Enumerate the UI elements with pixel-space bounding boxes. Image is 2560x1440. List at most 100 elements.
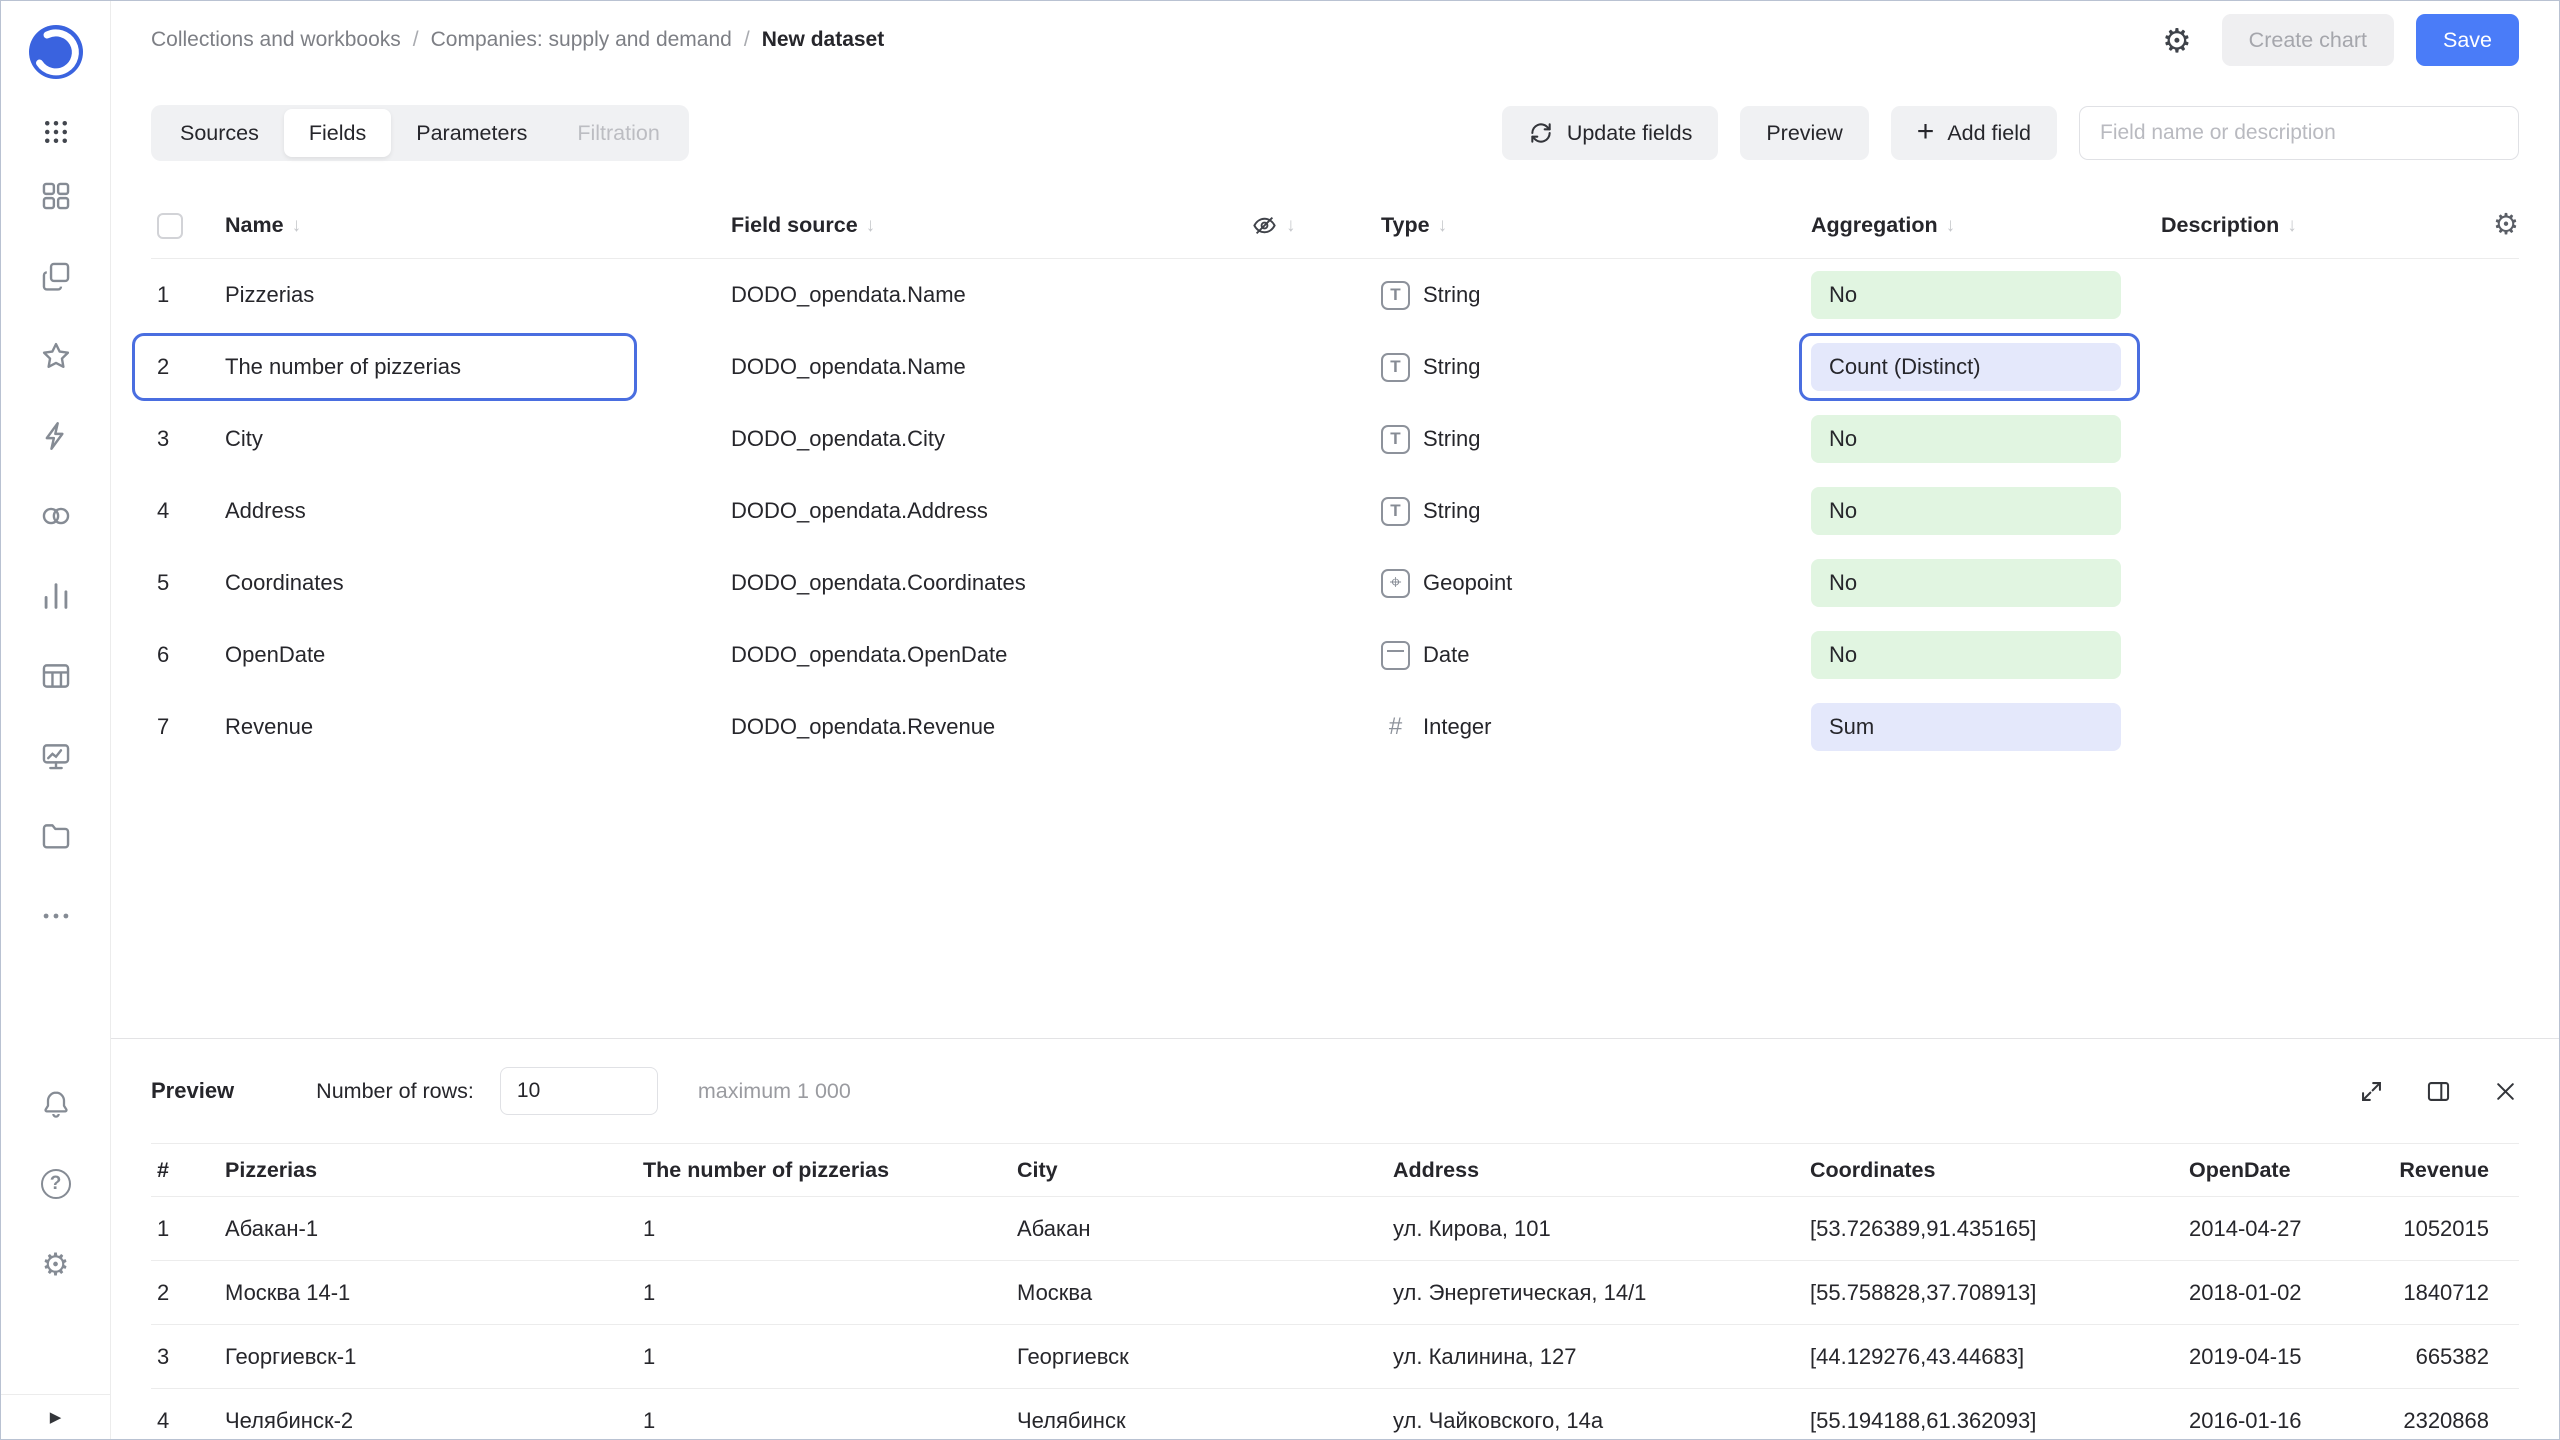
preview-cell: 1 (643, 1216, 1017, 1242)
rings-icon[interactable] (39, 499, 73, 533)
aggregation-select[interactable]: No (1811, 487, 2121, 535)
bar-chart-icon[interactable] (39, 579, 73, 613)
breadcrumb-separator: / (744, 28, 750, 52)
dataset-settings-gear-icon[interactable]: ⚙ (2162, 24, 2192, 57)
column-header-aggregation[interactable]: Aggregation ↓ (1811, 213, 2161, 238)
field-row[interactable]: 2The number of pizzeriasDODO_opendata.Na… (151, 331, 2519, 403)
preview-col-address: Address (1393, 1158, 1810, 1183)
expand-icon[interactable] (2358, 1078, 2385, 1105)
field-name[interactable]: OpenDate (221, 642, 731, 668)
tab-sources[interactable]: Sources (155, 109, 284, 157)
rows-count-label: Number of rows: (316, 1079, 474, 1104)
rows-count-input[interactable] (500, 1067, 658, 1115)
monitor-icon[interactable] (39, 739, 73, 773)
close-icon[interactable] (2492, 1078, 2519, 1105)
preview-label: Preview (1766, 121, 1842, 146)
datalens-logo[interactable] (27, 23, 85, 81)
preview-table-body: 1Абакан-11Абаканул. Кирова, 101[53.72638… (151, 1197, 2519, 1439)
field-name[interactable]: City (221, 426, 731, 452)
field-row[interactable]: 7RevenueDODO_opendata.Revenue#IntegerSum (151, 691, 2519, 763)
breadcrumb: Collections and workbooks / Companies: s… (151, 28, 884, 52)
copies-icon[interactable] (39, 259, 73, 293)
field-type[interactable]: TString (1381, 353, 1811, 382)
tab-fields[interactable]: Fields (284, 109, 391, 157)
field-row[interactable]: 1PizzeriasDODO_opendata.NameTStringNo (151, 259, 2519, 331)
field-type[interactable]: ⌖Geopoint (1381, 569, 1811, 598)
aggregation-select[interactable]: No (1811, 271, 2121, 319)
field-type-label: String (1423, 498, 1480, 524)
help-icon[interactable]: ? (39, 1167, 73, 1201)
app-window: ? ⚙ ▶ Collections and workbooks / Compan… (0, 0, 2560, 1440)
field-row[interactable]: 4AddressDODO_opendata.AddressTStringNo (151, 475, 2519, 547)
breadcrumb-collections[interactable]: Collections and workbooks (151, 28, 401, 52)
topbar: Collections and workbooks / Companies: s… (111, 1, 2559, 79)
fields-toolbar: Update fields Preview + Add field (1502, 106, 2519, 160)
column-header-hidden[interactable]: ↓ (1251, 212, 1381, 239)
field-row[interactable]: 6OpenDateDODO_opendata.OpenDateDateNo (151, 619, 2519, 691)
field-name[interactable]: Pizzerias (221, 282, 731, 308)
field-name[interactable]: The number of pizzerias (221, 354, 731, 380)
aggregation-select[interactable]: No (1811, 559, 2121, 607)
field-type-label: String (1423, 426, 1480, 452)
row-index: 3 (151, 426, 221, 452)
field-type-label: String (1423, 354, 1480, 380)
bell-icon[interactable] (39, 1087, 73, 1121)
sidebar: ? ⚙ ▶ (1, 1, 111, 1439)
aggregation-select[interactable]: No (1811, 631, 2121, 679)
preview-col-coordinates: Coordinates (1810, 1158, 2189, 1183)
field-search-input[interactable] (2079, 106, 2519, 160)
column-header-field-source[interactable]: Field source ↓ (731, 213, 1251, 238)
preview-table-header: # Pizzerias The number of pizzerias City… (151, 1143, 2519, 1197)
add-field-button[interactable]: + Add field (1891, 106, 2057, 160)
field-type[interactable]: Date (1381, 641, 1811, 670)
select-all-checkbox[interactable] (157, 213, 183, 239)
table-icon[interactable] (39, 659, 73, 693)
preview-row: 2Москва 14-11Москваул. Энергетическая, 1… (151, 1261, 2519, 1325)
field-name[interactable]: Address (221, 498, 731, 524)
column-header-description[interactable]: Description ↓ (2161, 213, 2459, 238)
create-chart-button[interactable]: Create chart (2222, 14, 2394, 66)
top-actions: ⚙ Create chart Save (2162, 14, 2519, 66)
field-row[interactable]: 3CityDODO_opendata.CityTStringNo (151, 403, 2519, 475)
field-type[interactable]: TString (1381, 425, 1811, 454)
field-name[interactable]: Coordinates (221, 570, 731, 596)
field-type[interactable]: TString (1381, 281, 1811, 310)
preview-row: 1Абакан-11Абаканул. Кирова, 101[53.72638… (151, 1197, 2519, 1261)
lightning-icon[interactable] (39, 419, 73, 453)
preview-panel-header: Preview Number of rows: maximum 1 000 (111, 1039, 2559, 1143)
field-row[interactable]: 5CoordinatesDODO_opendata.Coordinates⌖Ge… (151, 547, 2519, 619)
tab-parameters[interactable]: Parameters (391, 109, 552, 157)
sort-arrow-icon: ↓ (1946, 215, 1956, 237)
row-index: 6 (151, 642, 221, 668)
aggregation-select[interactable]: Sum (1811, 703, 2121, 751)
preview-cell: 2014-04-27 (2189, 1216, 2379, 1242)
dataset-tabs: Sources Fields Parameters Filtration (151, 105, 689, 161)
table-settings-gear-icon[interactable]: ⚙ (2493, 211, 2519, 240)
more-icon[interactable] (39, 899, 73, 933)
field-name[interactable]: Revenue (221, 714, 731, 740)
string-type-icon: T (1381, 497, 1410, 526)
preview-button[interactable]: Preview (1740, 106, 1868, 160)
integer-type-icon: # (1381, 713, 1410, 742)
field-type[interactable]: T String (1381, 497, 1811, 526)
grid-icon[interactable] (39, 179, 73, 213)
aggregation-select[interactable]: No (1811, 415, 2121, 463)
split-view-icon[interactable] (2425, 1078, 2452, 1105)
app-switcher-icon[interactable] (41, 117, 71, 147)
aggregation-select[interactable]: Count (Distinct) (1811, 343, 2121, 391)
geopoint-type-icon: ⌖ (1381, 569, 1410, 598)
settings-icon[interactable]: ⚙ (39, 1247, 73, 1281)
column-header-name[interactable]: Name ↓ (221, 213, 731, 238)
star-icon[interactable] (39, 339, 73, 373)
update-fields-button[interactable]: Update fields (1502, 106, 1719, 160)
preview-cell: 1 (643, 1344, 1017, 1370)
save-button[interactable]: Save (2416, 14, 2519, 66)
sidebar-collapse-button[interactable]: ▶ (1, 1394, 110, 1439)
folder-icon[interactable] (39, 819, 73, 853)
preview-cell: 1 (643, 1280, 1017, 1306)
breadcrumb-workbook[interactable]: Companies: supply and demand (431, 28, 732, 52)
column-header-type[interactable]: Type ↓ (1381, 213, 1811, 238)
preview-cell: Абакан (1017, 1216, 1393, 1242)
preview-cell: 1052015 (2379, 1216, 2519, 1242)
field-type[interactable]: #Integer (1381, 713, 1811, 742)
